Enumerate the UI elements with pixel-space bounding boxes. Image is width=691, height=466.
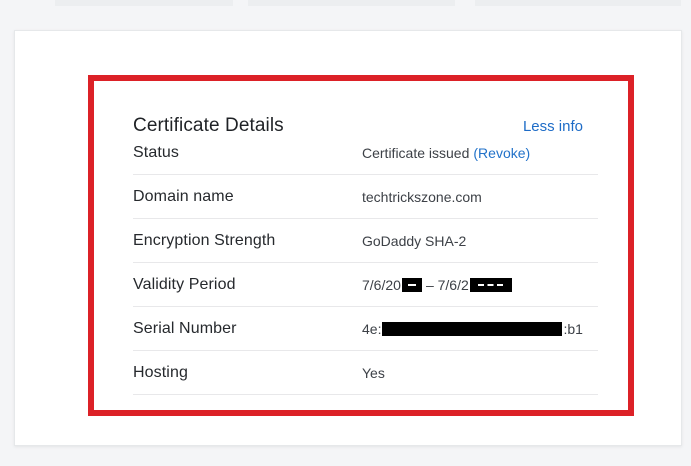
domain-value: techtrickszone.com [362, 189, 482, 205]
encryption-label: Encryption Strength [133, 232, 362, 250]
table-row-status: Status Certificate issued (Revoke) [133, 131, 598, 175]
top-edge-strip [248, 0, 455, 6]
serial-label: Serial Number [133, 320, 362, 338]
status-text: Certificate issued [362, 145, 469, 161]
validity-value: 7/6/20 – 7/6/2 [362, 277, 513, 293]
validity-label: Validity Period [133, 276, 362, 294]
table-row-hosting: Hosting Yes [133, 351, 598, 395]
serial-value: 4e: :b1 [362, 321, 583, 337]
redaction-mark [478, 284, 503, 286]
details-table: Status Certificate issued (Revoke) Domai… [133, 131, 598, 395]
certificate-details-card: Certificate Details Less info Status Cer… [14, 30, 682, 446]
status-value: Certificate issued (Revoke) [362, 145, 530, 161]
table-row-serial: Serial Number 4e: :b1 [133, 307, 598, 351]
table-row-encryption: Encryption Strength GoDaddy SHA-2 [133, 219, 598, 263]
encryption-value: GoDaddy SHA-2 [362, 233, 466, 249]
validity-end-text: – 7/6/2 [426, 277, 469, 293]
redaction-bar [470, 278, 512, 292]
table-row-domain: Domain name techtrickszone.com [133, 175, 598, 219]
page: { "panel": { "title": "Certificate Detai… [0, 0, 691, 466]
hosting-value: Yes [362, 365, 385, 381]
serial-suffix-text: :b1 [563, 321, 582, 337]
top-edge-strip [55, 0, 233, 6]
validity-start-text: 7/6/20 [362, 277, 401, 293]
table-row-validity: Validity Period 7/6/20 – 7/6/2 [133, 263, 598, 307]
serial-prefix-text: 4e: [362, 321, 381, 337]
domain-label: Domain name [133, 188, 362, 206]
hosting-label: Hosting [133, 364, 362, 382]
redaction-bar [402, 278, 422, 292]
top-edge-strip [475, 0, 681, 6]
redaction-bar [382, 322, 562, 336]
revoke-link[interactable]: (Revoke) [473, 145, 530, 161]
status-label: Status [133, 144, 362, 162]
redaction-mark [408, 284, 416, 286]
